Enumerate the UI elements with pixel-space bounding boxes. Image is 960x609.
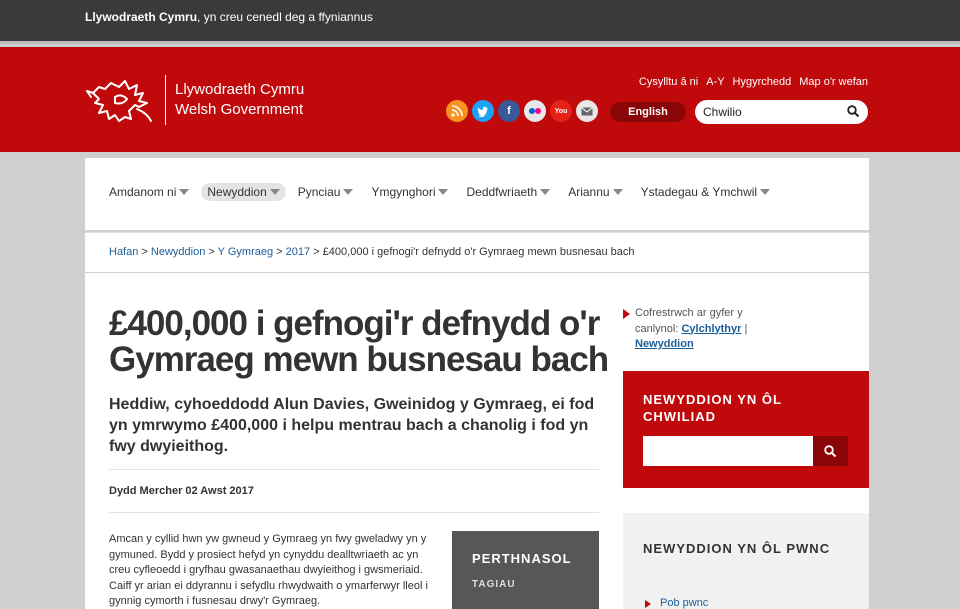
nav-item-news[interactable]: Newyddion	[201, 183, 286, 201]
youtube-icon[interactable]: You	[550, 100, 572, 122]
site-header: Llywodraeth Cymru Welsh Government Cysyl…	[0, 47, 960, 152]
site-search-input[interactable]: Chwilio	[695, 100, 868, 124]
flickr-icon[interactable]	[524, 100, 546, 122]
nav-label: Ymgynghori	[371, 185, 436, 199]
breadcrumb-current: £400,000 i gefnogi'r defnydd o'r Gymraeg…	[322, 246, 635, 258]
rss-icon[interactable]	[446, 100, 468, 122]
contact-link[interactable]: Cysylltu â ni	[639, 76, 698, 88]
news-by-topic-panel: NEWYDDION YN ÔL PWNC Pob pwnc	[623, 513, 869, 609]
divider	[109, 469, 599, 470]
newsletter-link[interactable]: Cylchlythyr	[681, 323, 741, 335]
chevron-down-icon	[179, 189, 190, 195]
dragon-icon	[86, 80, 152, 122]
breadcrumb-separator: >	[273, 246, 286, 258]
logo-english-name: Welsh Government	[175, 101, 304, 118]
breadcrumb-year[interactable]: 2017	[286, 246, 310, 258]
nav-label: Deddfwriaeth	[466, 185, 538, 199]
nav-item-topics[interactable]: Pynciau	[292, 183, 360, 201]
subscribe-box: Cofrestrwch ar gyfer y canlynol: Cylchly…	[623, 306, 783, 353]
sitemap-link[interactable]: Map o'r wefan	[799, 76, 868, 88]
breadcrumb-welsh-language[interactable]: Y Gymraeg	[218, 246, 273, 258]
breadcrumb-news[interactable]: Newyddion	[151, 246, 205, 258]
utility-links: Cysylltu â ni A-Y Hygyrchedd Map o'r wef…	[639, 76, 868, 88]
breadcrumb: Hafan > Newyddion > Y Gymraeg > 2017 > £…	[85, 232, 869, 272]
a-z-link[interactable]: A-Y	[706, 76, 724, 88]
arrow-right-icon	[623, 309, 630, 319]
related-panel: PERTHNASOL TAGIAU	[452, 531, 599, 609]
facebook-icon[interactable]: f	[498, 100, 520, 122]
site-logo[interactable]: Llywodraeth Cymru Welsh Government	[85, 73, 315, 127]
breadcrumb-separator: >	[205, 246, 218, 258]
nav-label: Ystadegau & Ymchwil	[640, 185, 758, 199]
nav-label: Ariannu	[568, 185, 610, 199]
top-bar: Llywodraeth Cymru, yn creu cenedl deg a …	[0, 0, 960, 44]
article-title: £400,000 i gefnogi'r defnydd o'r Gymraeg…	[109, 304, 609, 379]
news-search-panel: NEWYDDION YN ÔL CHWILIAD	[623, 371, 869, 488]
related-title: PERTHNASOL	[472, 551, 572, 566]
main-navigation: Amdanom ni Newyddion Pynciau Ymgynghori …	[85, 158, 869, 230]
breadcrumb-separator: >	[138, 246, 151, 258]
nav-label: Pynciau	[297, 185, 341, 199]
logo-welsh-name: Llywodraeth Cymru	[175, 81, 305, 98]
email-icon[interactable]	[576, 100, 598, 122]
nav-label: Newyddion	[207, 185, 267, 199]
twitter-icon[interactable]	[472, 100, 494, 122]
logo-divider	[165, 75, 166, 125]
news-subscribe-link[interactable]: Newyddion	[635, 338, 694, 350]
language-toggle-button[interactable]: English	[610, 102, 686, 122]
chevron-down-icon	[269, 189, 280, 195]
article-lead: Heddiw, cyhoeddodd Alun Davies, Gweinido…	[109, 396, 595, 455]
news-by-topic-title: NEWYDDION YN ÔL PWNC	[643, 541, 831, 556]
search-icon[interactable]	[847, 105, 860, 118]
tagline-text: , yn creu cenedl deg a ffyniannus	[197, 10, 373, 24]
search-placeholder: Chwilio	[703, 105, 742, 119]
article-body: Amcan y cyllid hwn yw gwneud y Gymraeg y…	[109, 533, 428, 607]
nav-item-consultations[interactable]: Ymgynghori	[365, 183, 454, 201]
accessibility-link[interactable]: Hygyrchedd	[733, 76, 792, 88]
chevron-down-icon	[612, 189, 623, 195]
divider	[109, 512, 599, 513]
nav-item-statistics[interactable]: Ystadegau & Ymchwil	[635, 183, 777, 201]
nav-item-legislation[interactable]: Deddfwriaeth	[460, 183, 556, 201]
search-icon	[824, 444, 837, 457]
tagline: Llywodraeth Cymru, yn creu cenedl deg a …	[85, 10, 373, 24]
news-search-button[interactable]	[813, 436, 848, 466]
social-links: f You	[446, 100, 598, 122]
tags-heading: TAGIAU	[472, 579, 516, 590]
nav-item-about[interactable]: Amdanom ni	[103, 183, 195, 201]
chevron-down-icon	[540, 189, 551, 195]
all-topics-link[interactable]: Pob pwnc	[660, 597, 708, 609]
breadcrumb-separator: >	[310, 246, 323, 258]
chevron-down-icon	[438, 189, 449, 195]
tagline-brand: Llywodraeth Cymru	[85, 10, 198, 24]
article-date: Dydd Mercher 02 Awst 2017	[109, 485, 254, 497]
main-content: £400,000 i gefnogi'r defnydd o'r Gymraeg…	[85, 273, 869, 609]
news-search-input[interactable]	[643, 436, 813, 466]
arrow-right-icon	[645, 600, 651, 608]
subscribe-separator: |	[741, 322, 748, 335]
chevron-down-icon	[343, 189, 354, 195]
chevron-down-icon	[760, 189, 771, 195]
nav-item-funding[interactable]: Ariannu	[562, 183, 628, 201]
news-search-title: NEWYDDION YN ÔL CHWILIAD	[643, 392, 782, 424]
breadcrumb-home[interactable]: Hafan	[109, 246, 138, 258]
nav-label: Amdanom ni	[109, 185, 177, 199]
